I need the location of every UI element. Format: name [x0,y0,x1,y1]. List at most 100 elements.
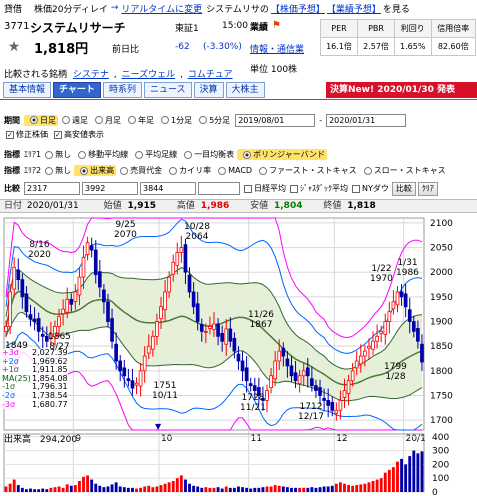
radio-dot[interactable] [45,166,54,175]
ind2-volume[interactable]: 出来高 [74,165,117,176]
radio-dot[interactable] [218,166,227,175]
compare-link-needswell[interactable]: ニーズウェル [122,70,176,80]
radio-weekly-label: 週足 [72,115,88,125]
radio-1min-dot[interactable] [161,116,169,124]
radio-5min-dot[interactable] [199,116,208,124]
high-low-check[interactable]: ✓ 高安値表示 [54,129,104,140]
indicator1-row: 指標 ｴﾘｱ1 無し 移動平均線 平均足線 一目均衡表 ボリンジャーバンド [0,148,477,161]
ind1-heikin[interactable]: 平均足線 [131,149,180,160]
candle-body [175,252,180,266]
tab-timeseries[interactable]: 時系列 [102,82,142,98]
radio-weekly[interactable]: 週足 [58,115,91,126]
radio-monthly[interactable]: 月足 [91,115,124,126]
tab-shareholders[interactable]: 大株主 [225,82,265,98]
ind2-slow-stoch[interactable]: スロー・ストキャス [360,165,449,176]
favorite-star-icon[interactable]: ★ [6,39,22,55]
radio-1min[interactable]: 1分足 [157,115,195,126]
bollinger-legend: +3σ 2,027.39 +2σ 1,969.62 +1σ 1,911.85 MA(2… [2,348,68,410]
checkbox-icon[interactable] [244,184,252,193]
ind1-none[interactable]: 無し [41,149,74,160]
compare-link-systena[interactable]: システナ [73,70,109,80]
checkbox-icon[interactable] [352,184,360,193]
radio-yearly[interactable]: 年足 [124,115,157,126]
compare-code-input-2[interactable]: 3992 [82,182,138,195]
compare-link-comture[interactable]: コムチュア [188,70,233,80]
radio-dot[interactable] [120,166,129,175]
radio-dot[interactable] [169,166,178,175]
volume-bar [204,487,208,492]
stock-name: システムリサーチ [30,21,126,35]
nydow-check[interactable]: NYダウ [352,183,392,194]
volume-bar [359,484,363,492]
candle-body [146,345,151,354]
checkbox-icon[interactable]: ✓ [6,130,14,139]
date-from-input[interactable]: 2019/08/01 [235,113,316,127]
radio-yearly-dot[interactable] [128,116,136,124]
sector-link[interactable]: 情報・通信業 [250,42,304,55]
compare-button[interactable]: 比較 [391,181,416,196]
jasdaq-check[interactable]: ｼﾞｬｽﾀﾞｯｸ平均 [290,183,352,194]
volume-bar [12,479,16,492]
radio-daily[interactable]: 日足 [24,114,58,126]
radio-dot[interactable] [259,166,268,175]
candle-body [4,326,8,332]
metric-header: 利回り [394,19,432,38]
candle-body [326,400,331,406]
stock-chart[interactable]: 1700175018001850190019502000205021009 10 1… [0,214,477,496]
radio-monthly-dot[interactable] [95,116,103,124]
adjusted-price-check[interactable]: ✓ 修正株価 [6,129,48,140]
ind1-ichimoku[interactable]: 一目均衡表 [180,149,237,160]
nikkei-check[interactable]: 日経平均 [244,183,290,194]
volume-bar [73,485,77,492]
checkbox-icon[interactable] [290,184,298,193]
radio-weekly-dot[interactable] [62,116,70,124]
earnings-link[interactable]: 【業績予想】 [327,2,381,15]
candle-body [110,318,114,342]
x-tick-label: 11 [251,434,262,444]
compare-code-input-4[interactable] [198,182,240,195]
tab-earnings[interactable]: 決算 [193,82,224,98]
radio-dot[interactable] [243,150,252,159]
volume-bar [139,487,143,492]
ind2-turnover[interactable]: 売買代金 [116,165,165,176]
annotation-low-dec: 1712 12/17 [298,402,324,422]
radio-daily-dot[interactable] [30,116,38,124]
metric-header: PER [320,19,358,38]
candle-body [69,298,74,305]
indicator1-area: ｴﾘｱ1 [24,150,42,159]
radio-dot[interactable] [78,150,87,159]
candle-body [416,328,420,342]
candle-body [350,370,355,382]
checkbox-icon[interactable]: ✓ [54,130,62,139]
compare-code-input-3[interactable]: 3844 [140,182,196,195]
ind2-fast-stoch-label: ファースト・ストキャス [269,166,357,175]
candle-body [285,358,290,367]
tab-chart[interactable]: チャート [53,82,101,98]
tab-basic-info[interactable]: 基本情報 [3,82,52,98]
ind2-macd-label: MACD [228,166,253,175]
radio-dot[interactable] [184,150,193,159]
tab-news[interactable]: ニュース [143,82,192,98]
ind1-bollinger[interactable]: ボリンジャーバンド [237,149,328,160]
radio-dot[interactable] [135,150,144,159]
volume-bar [167,482,171,492]
ind2-macd[interactable]: MACD [214,166,255,175]
date-to-input[interactable]: 2020/01/31 [326,113,407,127]
forecast-link[interactable]: 【株価予想】 [271,2,325,15]
radio-dot[interactable] [80,166,89,175]
volume-bar [8,483,12,492]
volume-bar [216,487,220,492]
ind2-fast-stoch[interactable]: ファースト・ストキャス [255,165,360,176]
radio-5min[interactable]: 5分足 [195,115,233,126]
ind1-ma[interactable]: 移動平均線 [74,149,131,160]
ind2-deviation[interactable]: カイリ率 [165,165,214,176]
volume-bar [90,479,94,492]
compare-code-input-1[interactable]: 2317 [24,182,80,195]
volume-value: 294,200 [39,435,78,445]
earnings-news-banner[interactable]: 決算New! 2020/01/30 発表 [326,82,477,98]
radio-dot[interactable] [363,166,372,175]
clear-button[interactable]: ｸﾘｱ [417,181,438,196]
ind2-none[interactable]: 無し [41,165,74,176]
radio-dot[interactable] [45,150,54,159]
realtime-link[interactable]: リアルタイムに変更 [121,2,202,15]
